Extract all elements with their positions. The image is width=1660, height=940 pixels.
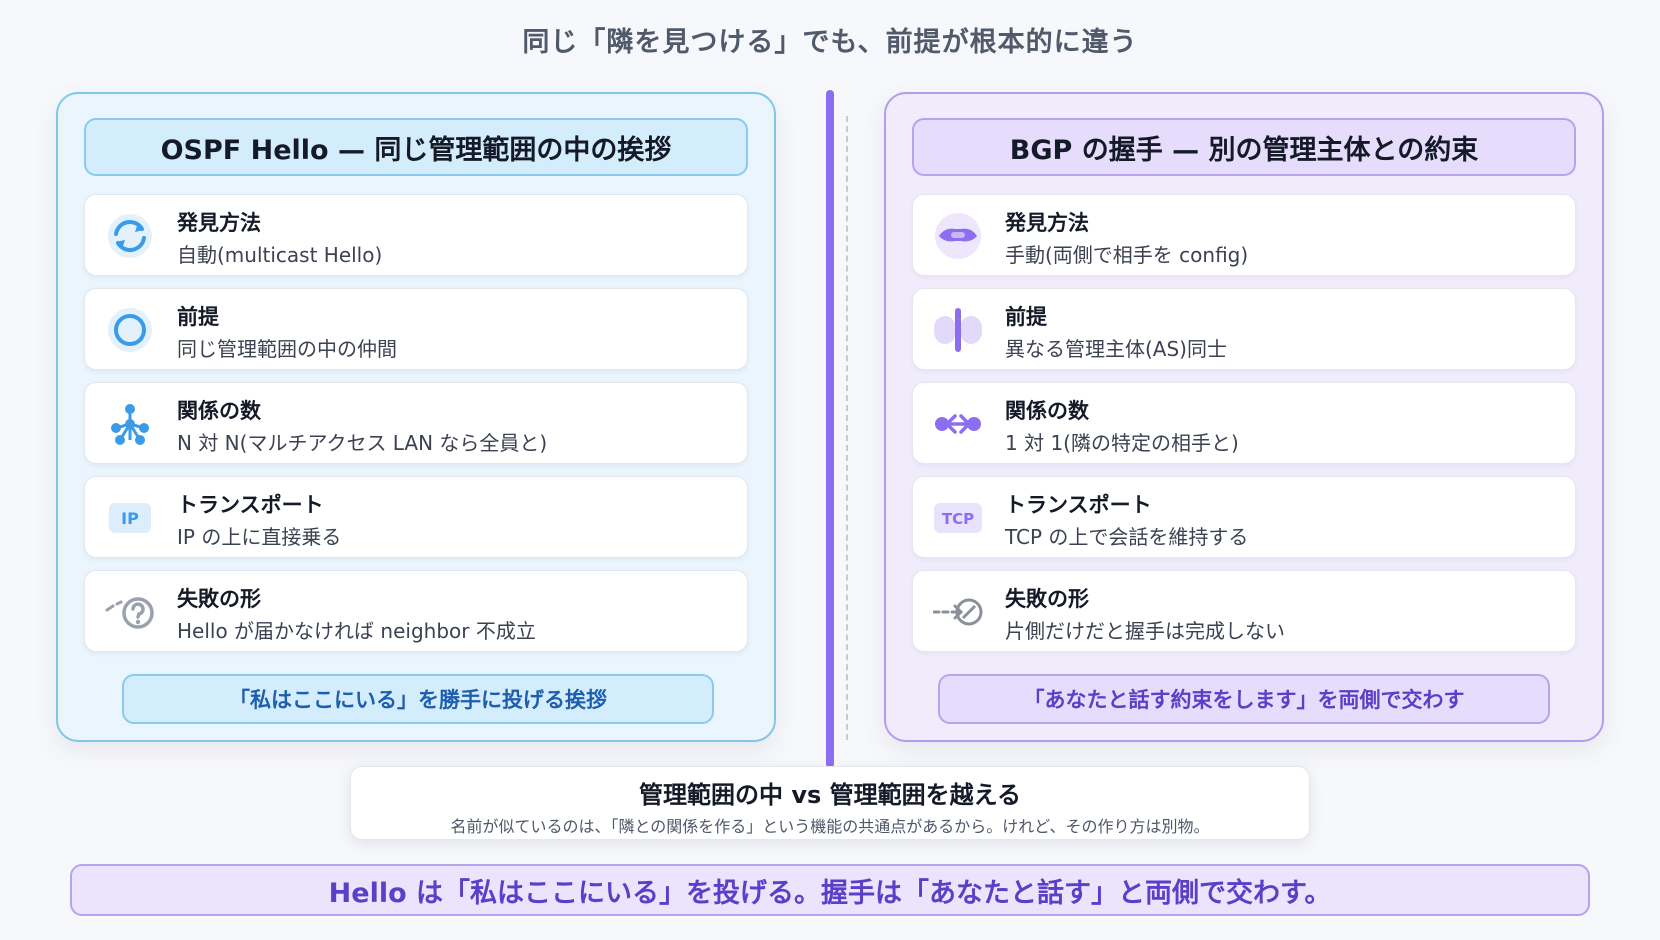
bgp-row-premise: 前提 異なる管理主体(AS)同士 (912, 288, 1576, 370)
row-label: 失敗の形 (1005, 587, 1089, 611)
bgp-footer: 「あなたと話す約束をします」を両側で交わす (938, 674, 1550, 724)
bgp-row-transport: TCP トランスポート TCP の上で会話を維持する (912, 476, 1576, 558)
dashed-divider (846, 116, 848, 740)
row-label: 発見方法 (1005, 211, 1089, 235)
bgp-rows: 発見方法 手動(両側で相手を config) 前提 異なる管理主体(AS)同士 (912, 194, 1576, 664)
ospf-panel: OSPF Hello — 同じ管理範囲の中の挨拶 発見方法 自動(multica… (56, 92, 776, 742)
row-value: N 対 N(マルチアクセス LAN なら全員と) (177, 431, 548, 455)
bgp-row-relations: 関係の数 1 対 1(隣の特定の相手と) (912, 382, 1576, 464)
split-boundary-icon (933, 306, 983, 354)
bgp-row-failure: 失敗の形 片側だけだと握手は完成しない (912, 570, 1576, 652)
ospf-footer: 「私はここにいる」を勝手に投げる挨拶 (122, 674, 714, 724)
ospf-header: OSPF Hello — 同じ管理範囲の中の挨拶 (84, 118, 748, 176)
page-title: 同じ「隣を見つける」でも、前提が根本的に違う (522, 27, 1138, 58)
comparison-title: 管理範囲の中 vs 管理範囲を越える (639, 781, 1021, 809)
row-value: 同じ管理範囲の中の仲間 (177, 337, 397, 361)
tcp-icon-text: TCP (942, 510, 974, 528)
center-divider (826, 90, 834, 768)
row-label: 関係の数 (177, 399, 261, 423)
row-value: 片側だけだと握手は完成しない (1005, 619, 1285, 643)
row-label: 前提 (177, 305, 219, 329)
comparison-subtitle: 名前が似ているのは、「隣との関係を作る」という機能の共通点があるから。けれど、そ… (450, 817, 1210, 836)
network-nodes-icon (105, 400, 155, 448)
comparison-box: 管理範囲の中 vs 管理範囲を越える 名前が似ているのは、「隣との関係を作る」と… (350, 766, 1310, 840)
row-value: 1 対 1(隣の特定の相手と) (1005, 431, 1239, 455)
row-label: トランスポート (1005, 493, 1152, 517)
row-label: 関係の数 (1005, 399, 1089, 423)
row-value: 自動(multicast Hello) (177, 243, 383, 267)
row-label: 前提 (1005, 305, 1047, 329)
summary-banner: Hello は「私はここにいる」を投げる。握手は「あなたと話す」と両側で交わす。 (70, 864, 1590, 916)
bgp-row-discovery: 発見方法 手動(両側で相手を config) (912, 194, 1576, 276)
question-icon (105, 588, 155, 636)
ip-icon: IP (105, 494, 155, 542)
ip-icon-text: IP (121, 509, 139, 528)
ospf-row-transport: IP トランスポート IP の上に直接乗る (84, 476, 748, 558)
bgp-panel: BGP の握手 — 別の管理主体との約束 発見方法 手動(両側で相手を conf… (884, 92, 1604, 742)
ospf-rows: 発見方法 自動(multicast Hello) 前提 同じ管理範囲の中の仲間 (84, 194, 748, 664)
ospf-row-discovery: 発見方法 自動(multicast Hello) (84, 194, 748, 276)
ospf-row-failure: 失敗の形 Hello が届かなければ neighbor 不成立 (84, 570, 748, 652)
bidirectional-arrow-icon (933, 400, 983, 448)
handshake-icon (933, 212, 983, 260)
circle-icon (105, 306, 155, 354)
page: 同じ「隣を見つける」でも、前提が根本的に違う OSPF Hello — 同じ管理… (0, 0, 1660, 940)
ospf-row-relations: 関係の数 N 対 N(マルチアクセス LAN なら全員と) (84, 382, 748, 464)
row-label: 発見方法 (177, 211, 261, 235)
row-label: トランスポート (177, 493, 324, 517)
row-value: IP の上に直接乗る (177, 525, 342, 549)
refresh-arrows-icon (105, 212, 155, 260)
broken-link-icon (933, 588, 983, 636)
tcp-icon: TCP (933, 494, 983, 542)
row-value: Hello が届かなければ neighbor 不成立 (177, 619, 536, 643)
bgp-header: BGP の握手 — 別の管理主体との約束 (912, 118, 1576, 176)
row-value: 手動(両側で相手を config) (1005, 243, 1249, 267)
row-value: 異なる管理主体(AS)同士 (1005, 337, 1227, 361)
ospf-row-premise: 前提 同じ管理範囲の中の仲間 (84, 288, 748, 370)
row-value: TCP の上で会話を維持する (1005, 525, 1249, 549)
row-label: 失敗の形 (177, 587, 261, 611)
